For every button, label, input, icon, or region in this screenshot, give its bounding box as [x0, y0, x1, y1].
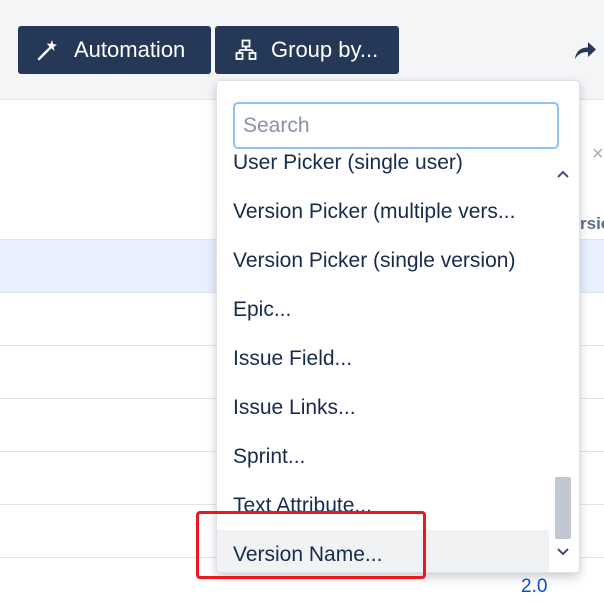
scrollbar-thumb[interactable]: [555, 477, 571, 539]
dropdown-list: User Picker (single user) Version Picker…: [217, 153, 549, 572]
menu-item-version-picker-multiple[interactable]: Version Picker (multiple vers...: [217, 187, 549, 236]
magic-wand-icon: [37, 40, 57, 61]
menu-item-issue-field[interactable]: Issue Field...: [217, 334, 549, 383]
search-input[interactable]: [233, 102, 559, 149]
close-icon[interactable]: ×: [592, 143, 604, 166]
menu-item-version-picker-single[interactable]: Version Picker (single version): [217, 236, 549, 285]
automation-button[interactable]: Automation: [18, 26, 211, 74]
group-by-button-label: Group by...: [271, 37, 379, 62]
automation-button-label: Automation: [74, 37, 186, 62]
version-cell[interactable]: 2.0: [521, 576, 547, 598]
chevron-down-icon[interactable]: [553, 543, 573, 563]
menu-item-epic[interactable]: Epic...: [217, 285, 549, 334]
chevron-up-icon[interactable]: [553, 165, 573, 185]
scrollbar-track[interactable]: [555, 191, 571, 539]
group-by-button[interactable]: Group by...: [215, 26, 399, 74]
menu-item-issue-links[interactable]: Issue Links...: [217, 383, 549, 432]
share-arrow-icon[interactable]: [572, 38, 598, 62]
menu-item-sprint[interactable]: Sprint...: [217, 432, 549, 481]
column-header-fragment: rsio: [580, 214, 604, 233]
dropdown-list-viewport: User Picker (single user) Version Picker…: [217, 153, 549, 572]
group-by-dropdown: User Picker (single user) Version Picker…: [216, 80, 580, 573]
annotation-highlight-box: [196, 511, 426, 579]
dropdown-scrollbar[interactable]: [549, 161, 577, 571]
hierarchy-icon: [235, 39, 257, 60]
menu-item-user-picker-single[interactable]: User Picker (single user): [217, 153, 549, 187]
